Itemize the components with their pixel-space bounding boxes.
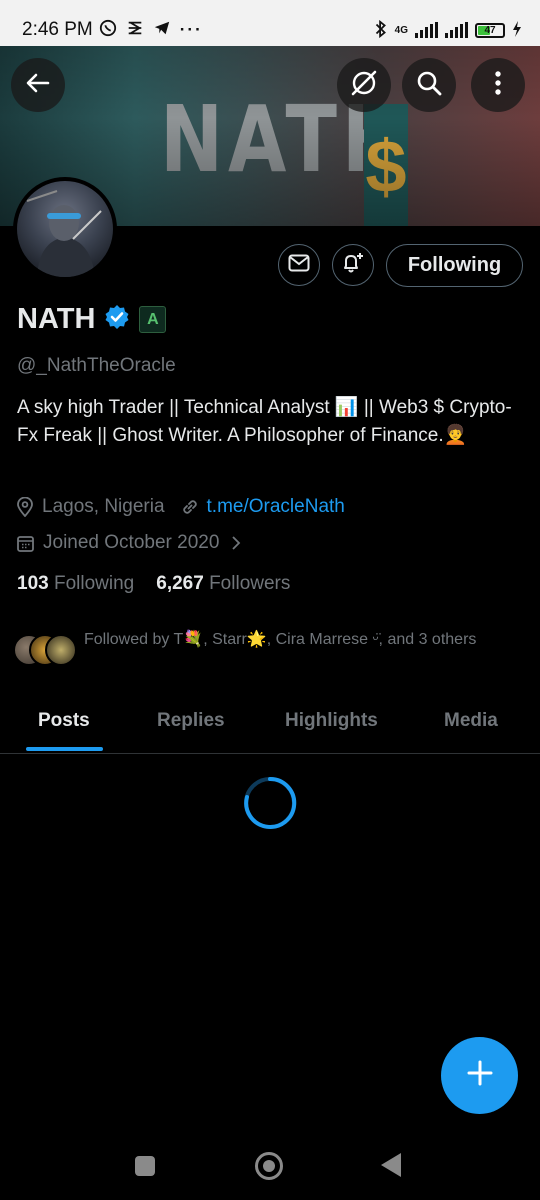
verified-badge-icon[interactable] [104, 304, 130, 335]
follower-avatar [45, 634, 77, 666]
profile-website-link[interactable]: t.me/OracleNath [207, 496, 345, 518]
whatsapp-icon [99, 19, 117, 42]
following-button[interactable]: Following [386, 244, 523, 287]
link-icon [181, 498, 199, 516]
back-button[interactable] [11, 58, 65, 112]
banner-symbol: $ [364, 104, 408, 226]
envelope-icon [288, 254, 310, 277]
tab-posts[interactable]: Posts [38, 710, 90, 732]
joined-date: Joined October 2020 [43, 532, 220, 553]
following-stat[interactable]: 103 Following [17, 573, 134, 595]
avatar[interactable] [13, 177, 117, 281]
telegram-icon [153, 19, 171, 42]
link-icon [126, 19, 144, 42]
plus-icon [467, 1060, 493, 1091]
joined-row[interactable]: Joined October 2020 [17, 532, 241, 554]
signal-icon [415, 22, 438, 38]
notifications-button[interactable] [332, 244, 374, 286]
arrow-left-icon [25, 70, 51, 101]
tab-highlights[interactable]: Highlights [285, 710, 378, 732]
compose-button[interactable] [441, 1037, 518, 1114]
vertical-dots-icon [494, 70, 502, 100]
search-button[interactable] [402, 58, 456, 112]
grok-icon [350, 69, 378, 102]
signal-icon-2 [445, 22, 468, 38]
bell-plus-icon [341, 252, 365, 279]
network-type: 4G [394, 24, 408, 36]
avatar-image [17, 181, 113, 277]
home-icon[interactable] [255, 1152, 283, 1180]
calendar-icon [17, 535, 34, 552]
display-name: NATH [17, 303, 96, 335]
grok-button[interactable] [337, 58, 391, 112]
back-triangle-icon[interactable] [381, 1153, 401, 1177]
more-options-button[interactable] [471, 58, 525, 112]
battery-icon: 47 [475, 22, 505, 38]
search-icon [416, 70, 442, 101]
user-handle: @_NathTheOracle [17, 355, 176, 376]
tab-replies[interactable]: Replies [157, 710, 225, 732]
location-website-row: Lagos, Nigeria t.me/OracleNath [17, 496, 345, 518]
system-nav-bar [0, 1135, 540, 1200]
profile-location: Lagos, Nigeria [42, 496, 165, 517]
tab-media[interactable]: Media [444, 710, 498, 732]
more-dots-icon: ··· [179, 20, 203, 39]
location-pin-icon [17, 497, 33, 517]
profile-bio: A sky high Trader || Technical Analyst 📊… [17, 397, 512, 446]
bluetooth-icon [374, 19, 388, 41]
followers-stat[interactable]: 6,267 Followers [156, 573, 290, 595]
message-button[interactable] [278, 244, 320, 286]
loading-spinner-icon [242, 775, 298, 836]
profile-tabs: Posts Replies Highlights Media [0, 700, 540, 754]
active-tab-indicator [26, 747, 103, 751]
charging-icon [512, 20, 522, 40]
follow-stats: 103 Following 6,267 Followers [17, 573, 290, 595]
chevron-right-icon [231, 535, 241, 551]
followed-by-text[interactable]: Followed by T💐, Starr🌟, Cira Marrese ᵕ̈,… [84, 628, 514, 652]
status-time: 2:46 PM [22, 19, 93, 40]
affiliate-badge[interactable]: A [139, 306, 167, 333]
name-row: NATH A [17, 303, 167, 336]
recents-icon[interactable] [135, 1156, 155, 1176]
